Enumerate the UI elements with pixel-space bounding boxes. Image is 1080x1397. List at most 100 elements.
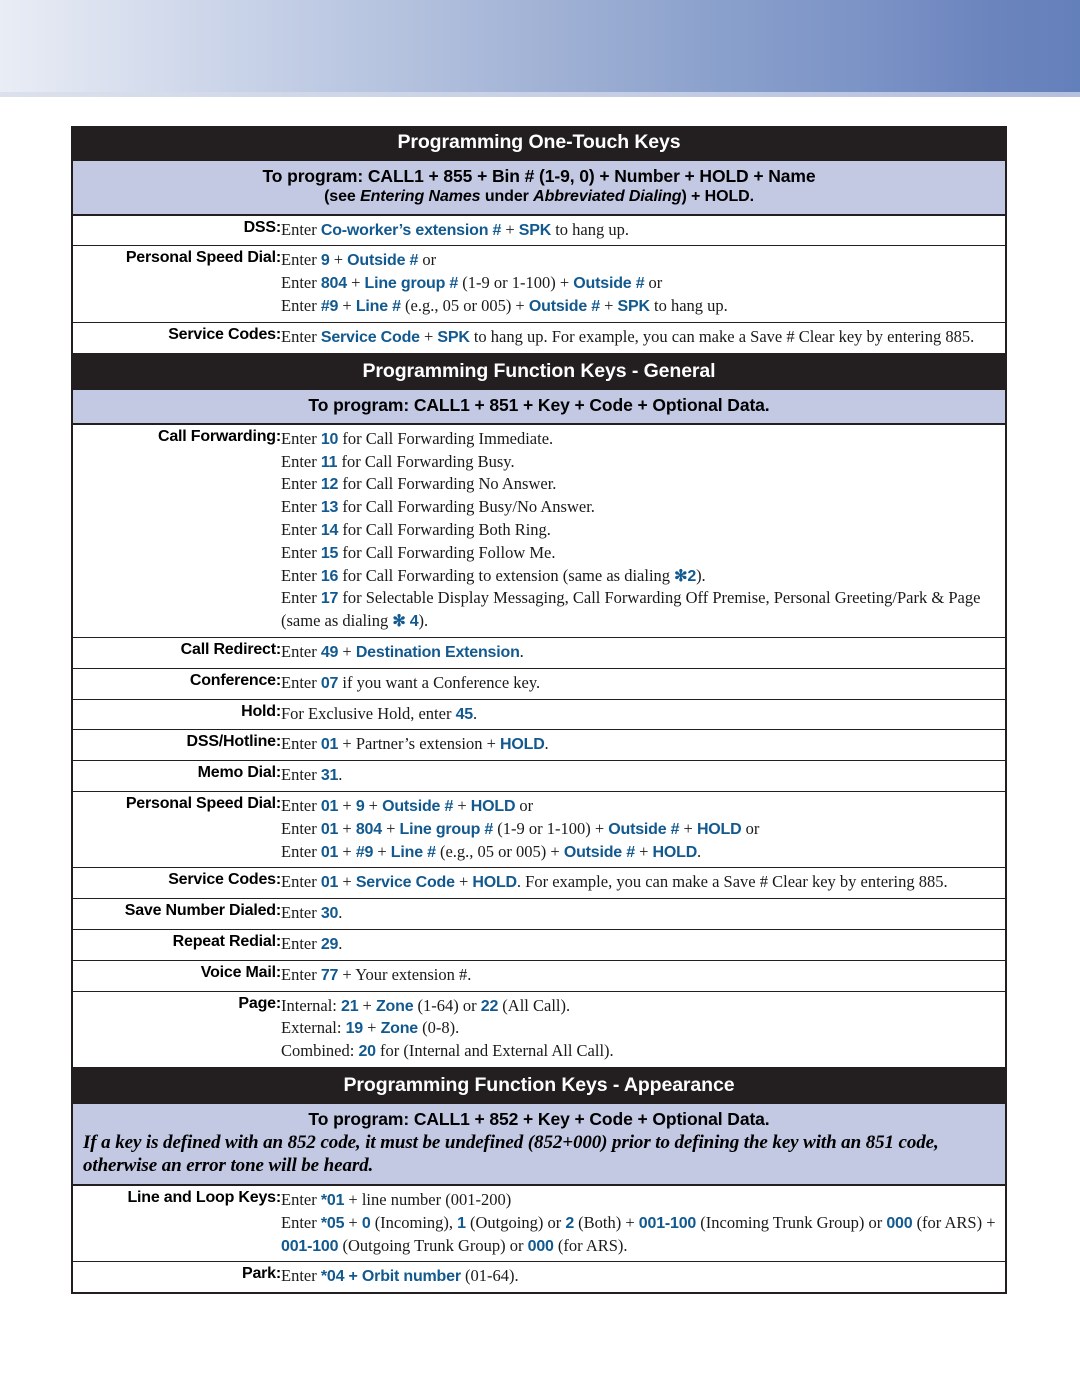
table-row: Page: Internal: 21 + Zone (1-64) or 22 (A… xyxy=(72,990,1006,1068)
instruction-text: Enter xyxy=(281,451,321,471)
instruction-text: + xyxy=(344,1212,362,1232)
instruction-text: for Call Forwarding Follow Me. xyxy=(338,542,556,562)
instruction-text: + xyxy=(634,841,653,861)
key-code-token: Outside # xyxy=(608,820,680,838)
instruction-text: . xyxy=(338,765,343,785)
row-instructions: Enter 01 + Partner’s extension + HOLD. xyxy=(281,729,1006,762)
subheader-warning-note: If a key is defined with an 852 code, it… xyxy=(83,1132,939,1176)
instruction-line: Enter 01 + Partner’s extension + HOLD. xyxy=(281,733,1005,756)
decorative-top-banner xyxy=(0,0,1080,92)
instruction-text: for Call Forwarding to extension (same a… xyxy=(338,565,675,585)
instruction-line: Enter *01 + line number (001-200) xyxy=(281,1189,1005,1212)
row-label: Hold: xyxy=(72,698,281,731)
instruction-text: Enter xyxy=(281,1212,321,1232)
key-code-token: HOLD xyxy=(470,798,516,815)
instruction-text: (Outgoing) or xyxy=(465,1212,566,1232)
instruction-text: + xyxy=(338,296,356,316)
row-instructions: Internal: 21 + Zone (1-64) or 22 (All Ca… xyxy=(281,990,1006,1068)
instruction-text: + xyxy=(373,841,391,861)
instruction-text: Enter xyxy=(281,818,321,838)
key-code-token: Outside # xyxy=(347,252,419,270)
instruction-text: Enter xyxy=(281,250,321,270)
key-code-token: Zone xyxy=(380,1020,419,1038)
key-code-token: 000 xyxy=(527,1237,554,1255)
key-code-token: Outside # xyxy=(563,843,635,861)
instruction-text: (1-64) or xyxy=(413,995,481,1015)
instruction-text: (for ARS) + xyxy=(912,1212,996,1232)
table-row: Service Codes: Enter 01 + Service Code + … xyxy=(72,867,1006,900)
key-code-token: 31 xyxy=(320,767,339,785)
key-code-token: 01 xyxy=(320,843,339,861)
instruction-line: Enter 11 for Call Forwarding Busy. xyxy=(281,451,1005,474)
instruction-text: Enter xyxy=(281,933,321,953)
key-code-token: 22 xyxy=(480,997,499,1015)
subheader-note-text: under xyxy=(480,188,534,206)
key-code-token: HOLD xyxy=(696,820,742,838)
key-code-token: *04 + Orbit number xyxy=(320,1268,461,1286)
key-code-token: 29 xyxy=(320,935,339,953)
key-code-token: 30 xyxy=(320,905,339,923)
instruction-text: Enter xyxy=(281,474,321,494)
key-code-token: 9 xyxy=(355,798,365,815)
instruction-text: Enter xyxy=(281,872,321,892)
section-subheader-3: To program: CALL1 + 852 + Key + Code + O… xyxy=(71,1103,1007,1184)
key-code-token: 45 xyxy=(455,705,474,723)
key-code-token: Zone xyxy=(375,997,414,1015)
instruction-text: . xyxy=(697,841,702,861)
banner-shadow xyxy=(0,92,1080,97)
instruction-text: Enter xyxy=(281,296,321,316)
row-instructions: Enter 77 + Your extension #. xyxy=(281,959,1006,992)
instruction-text: (Incoming Trunk Group) or xyxy=(696,1212,887,1232)
instruction-text: (All Call). xyxy=(498,995,571,1015)
instruction-text: + Your extension #. xyxy=(338,964,472,984)
row-label: Park: xyxy=(72,1261,281,1294)
key-code-token: Service Code xyxy=(355,874,455,892)
key-code-token: 804 xyxy=(355,820,382,838)
instruction-text: to hang up. xyxy=(551,219,630,239)
key-code-token: Co-worker’s extension # xyxy=(320,221,502,239)
instruction-text: ). xyxy=(418,611,429,631)
table-row: Park: Enter *04 + Orbit number (01-64). xyxy=(72,1261,1006,1294)
instruction-text: Enter xyxy=(281,964,321,984)
instruction-table-1: DSS: Enter Co-worker’s extension # + SPK … xyxy=(71,213,1007,355)
instruction-line: Enter 01 + 9 + Outside # + HOLD or xyxy=(281,795,1005,818)
instruction-text: + xyxy=(501,219,519,239)
row-instructions: Enter *04 + Orbit number (01-64). xyxy=(281,1261,1006,1294)
table-row: Call Forwarding: Enter 10 for Call Forwar… xyxy=(72,423,1006,639)
instruction-text: ). xyxy=(696,565,706,585)
key-code-token: 21 xyxy=(341,997,359,1015)
key-code-token: Line group # xyxy=(399,820,494,838)
row-instructions: Enter 9 + Outside # or Enter 804 + Line g… xyxy=(281,245,1006,323)
row-label: Line and Loop Keys: xyxy=(72,1184,281,1263)
instruction-text: if you want a Conference key. xyxy=(338,672,541,692)
instruction-line: Enter 49 + Destination Extension. xyxy=(281,641,1005,664)
instruction-text: + xyxy=(419,326,438,346)
subheader-program-line: To program: CALL1 + 851 + Key + Code + O… xyxy=(308,394,770,415)
instruction-line: Enter 10 for Call Forwarding Immediate. xyxy=(281,428,1005,451)
instruction-line: Enter 9 + Outside # or xyxy=(281,249,1005,272)
instruction-text: Enter xyxy=(281,588,321,608)
instruction-text: + xyxy=(454,872,473,892)
key-code-token: Line group # xyxy=(364,275,459,293)
instruction-text: + xyxy=(338,796,356,815)
key-code-token: 11 xyxy=(320,453,338,471)
row-label: Page: xyxy=(72,990,281,1068)
instruction-text: Enter xyxy=(281,520,321,540)
instruction-text: or xyxy=(644,273,663,293)
instruction-line: Enter 12 for Call Forwarding No Answer. xyxy=(281,473,1005,496)
subheader-note-text: (see xyxy=(324,188,361,206)
instruction-text: + xyxy=(338,841,356,861)
instruction-line: Enter 17 for Selectable Display Messagin… xyxy=(281,587,1005,633)
instruction-line: Enter 29. xyxy=(281,933,1005,956)
table-row: Save Number Dialed: Enter 30. xyxy=(72,898,1006,930)
key-code-token: Outside # xyxy=(382,798,454,815)
instruction-line: Enter 01 + Service Code + HOLD. For exam… xyxy=(281,871,1005,894)
table-row: Voice Mail: Enter 77 + Your extension #. xyxy=(72,959,1006,992)
key-code-token: 10 xyxy=(320,430,339,448)
table-row: Service Codes: Enter Service Code + SPK t… xyxy=(72,321,1006,354)
table-row: Hold: For Exclusive Hold, enter 45. xyxy=(72,698,1006,731)
instruction-text: + xyxy=(358,995,376,1015)
instruction-text: Internal: xyxy=(281,995,342,1015)
instruction-text: (e.g., 05 or 005) + xyxy=(435,841,564,861)
subheader-program-line: To program: CALL1 + 855 + Bin # (1-9, 0)… xyxy=(262,165,816,186)
